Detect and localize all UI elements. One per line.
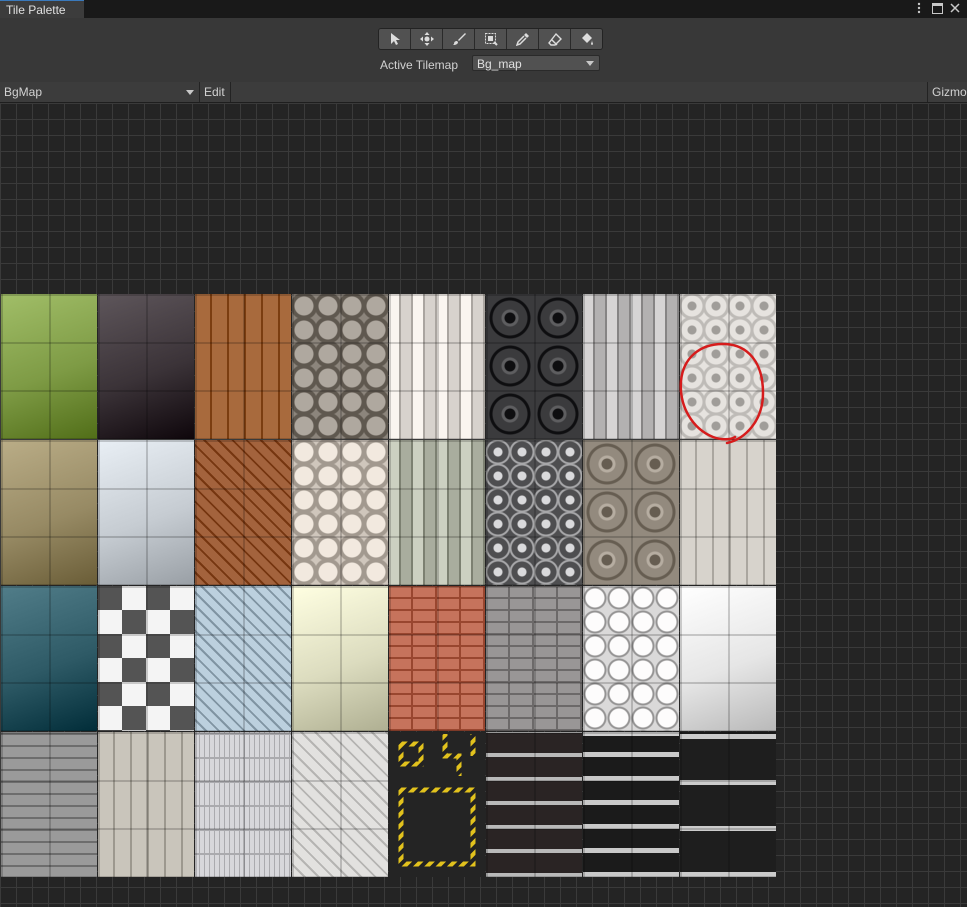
tile-white-plain[interactable] [680, 586, 776, 731]
brush-icon [452, 33, 466, 45]
close-icon[interactable] [949, 1, 961, 15]
tile-grey-basketweave[interactable] [583, 294, 679, 439]
tile-metal-frame-light[interactable] [680, 732, 776, 877]
dropdown-arrow-icon [186, 90, 194, 95]
tile-white-parquet[interactable] [195, 732, 291, 877]
active-tilemap-label: Active Tilemap [380, 58, 459, 72]
eraser-icon [547, 32, 562, 46]
tile-teal-carpet[interactable] [1, 586, 97, 731]
more-options-icon[interactable] [913, 1, 925, 15]
tile-white-herringbone[interactable] [292, 732, 388, 877]
tile-white-hexagon[interactable] [583, 586, 679, 731]
edit-button[interactable]: Edit [201, 82, 231, 102]
select-tool-button[interactable] [379, 29, 411, 49]
box-fill-tool-button[interactable] [475, 29, 507, 49]
tile-palette-grid[interactable] [0, 103, 967, 907]
tile-green-basketweave[interactable] [389, 440, 485, 585]
tile-white-basketweave[interactable] [389, 294, 485, 439]
tile-bookshelf[interactable] [486, 732, 582, 877]
paint-tool-button[interactable] [443, 29, 475, 49]
tile-light-marble[interactable] [98, 440, 194, 585]
tile-taupe-medallion[interactable] [583, 440, 679, 585]
arrow-cursor-icon [390, 33, 400, 45]
tile-grass[interactable] [1, 294, 97, 439]
tile-white-floral[interactable] [680, 294, 776, 439]
tile-dark-ornate[interactable] [486, 294, 582, 439]
tile-wood-planks[interactable] [195, 294, 291, 439]
eyedropper-icon [515, 33, 529, 46]
window-titlebar: Tile Palette [0, 0, 967, 18]
tile-grey-planks[interactable] [1, 732, 97, 877]
tile-hazard-outline[interactable] [389, 732, 485, 877]
pick-tool-button[interactable] [507, 29, 539, 49]
maximize-icon[interactable] [931, 1, 943, 15]
palette-bar: BgMap Edit Gizmos [0, 82, 967, 103]
move-icon [419, 32, 434, 46]
tile-pale-planks[interactable] [98, 732, 194, 877]
tile-dark-stone[interactable] [98, 294, 194, 439]
palette-dropdown[interactable]: BgMap [0, 82, 200, 102]
tool-group [378, 28, 603, 50]
tile-cream-tile[interactable] [292, 586, 388, 731]
tile-octagon-stone[interactable] [292, 294, 388, 439]
paint-bucket-icon [581, 33, 593, 45]
tab-tile-palette[interactable]: Tile Palette [0, 0, 84, 18]
box-fill-icon [484, 33, 498, 46]
tile-blue-diamond[interactable] [195, 586, 291, 731]
tile-dark-star-tile[interactable] [486, 440, 582, 585]
dropdown-arrow-icon [586, 61, 594, 66]
tile-metal-frame-dark[interactable] [583, 732, 679, 877]
tile-red-brick[interactable] [389, 586, 485, 731]
tile-white-wood[interactable] [680, 440, 776, 585]
tile-palette-toolbar: Active Tilemap Bg_map [0, 18, 967, 82]
tile-cream-octagon[interactable] [292, 440, 388, 585]
erase-tool-button[interactable] [539, 29, 571, 49]
gizmos-button[interactable]: Gizmos [927, 82, 967, 102]
palette-value: BgMap [4, 85, 43, 99]
move-tool-button[interactable] [411, 29, 443, 49]
tile-grey-brick[interactable] [486, 586, 582, 731]
flood-fill-tool-button[interactable] [571, 29, 602, 49]
active-tilemap-value: Bg_map [477, 57, 522, 71]
tile-checker-diamond[interactable] [98, 586, 194, 731]
active-tilemap-dropdown[interactable]: Bg_map [472, 55, 600, 71]
tile-khaki-stone[interactable] [1, 440, 97, 585]
tile-herringbone-wood[interactable] [195, 440, 291, 585]
